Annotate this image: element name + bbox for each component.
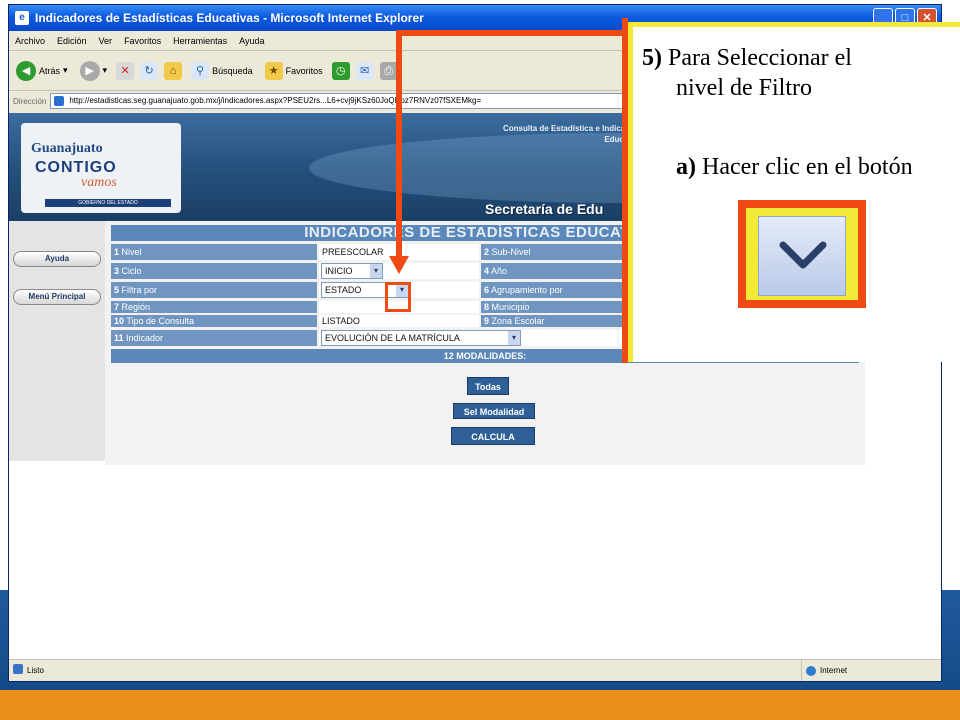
field-label-text: Ciclo	[121, 266, 142, 276]
callout-title: 5) Para Seleccionar el	[642, 42, 852, 74]
ayuda-button[interactable]: Ayuda	[13, 251, 101, 267]
field-label-text: Sub-Nivel	[491, 247, 531, 257]
menu-ver[interactable]: Ver	[99, 36, 113, 46]
tipo-value: LISTADO	[319, 315, 479, 327]
annotation-highlight-box	[385, 282, 411, 312]
refresh-icon[interactable]: ↻	[140, 61, 159, 80]
callout-step-number: 5)	[642, 45, 662, 71]
calcula-button[interactable]: CALCULA	[451, 427, 535, 445]
page-status-icon	[13, 664, 23, 674]
field-label-text: Región	[121, 302, 151, 312]
field-number: 1	[114, 247, 120, 257]
field-number: 11	[114, 333, 124, 343]
menu-favoritos[interactable]: Favoritos	[124, 36, 161, 46]
todas-button[interactable]: Todas	[467, 377, 509, 395]
address-label: Dirección	[13, 96, 47, 106]
menu-archivo[interactable]: Archivo	[15, 36, 45, 46]
field-number: 10	[114, 316, 125, 326]
menu-edicion[interactable]: Edición	[57, 36, 87, 46]
ciclo-select[interactable]: INICIO ▾	[321, 263, 383, 279]
address-url: http://estadisticas.seg.guanajuato.gob.m…	[69, 96, 482, 105]
field-label-text: Nivel	[121, 247, 142, 257]
back-button[interactable]: ◀ Atrás ▾	[13, 58, 71, 84]
left-sidebar: Ayuda Menú Principal	[9, 221, 105, 461]
indicador-selected: EVOLUCIÓN DE LA MATRÍCULA	[325, 333, 460, 343]
field-label-text: Año	[491, 266, 508, 276]
annotation-arrow-line	[396, 30, 626, 36]
status-zone: Internet	[801, 660, 941, 681]
field-label-indicador: 11 Indicador	[111, 330, 317, 346]
callout-title-line2: nivel de Filtro	[676, 75, 812, 101]
slide-footer-band	[0, 690, 960, 720]
chevron-down-icon[interactable]: ▾	[370, 264, 382, 278]
field-number: 5	[114, 285, 120, 295]
chevron-down-icon: ▾	[102, 65, 108, 75]
field-label-text: Municipio	[491, 302, 530, 312]
banner-secretaria: Secretaría de Edu	[485, 201, 604, 217]
home-icon[interactable]: ⌂	[164, 61, 183, 80]
ie-page-icon: e	[15, 11, 29, 25]
history-icon[interactable]: ◷	[331, 61, 350, 80]
search-label: Búsqueda	[212, 65, 253, 76]
status-zone-text: Internet	[820, 666, 848, 675]
logo-text-3: vamos	[81, 175, 117, 190]
field-label-nivel: 1 Nivel	[111, 244, 317, 260]
sel-modalidad-button[interactable]: Sel Modalidad	[453, 403, 535, 419]
field-number: 4	[484, 266, 490, 276]
search-button[interactable]: ⚲ Búsqueda	[188, 58, 256, 84]
field-number: 9	[484, 316, 490, 326]
callout-sub-letter: a)	[676, 154, 696, 180]
globe-icon	[806, 666, 816, 676]
field-number: 3	[114, 266, 120, 276]
status-bar: Listo Internet	[9, 659, 941, 681]
menu-herramientas[interactable]: Herramientas	[173, 36, 227, 46]
field-label-tipo: 10 Tipo de Consulta	[111, 315, 317, 327]
chevron-down-icon: ▾	[63, 65, 68, 75]
stop-icon[interactable]: ✕	[116, 61, 135, 80]
logo-text-4: GOBIERNO DEL ESTADO	[45, 199, 171, 207]
annotation-arrow-line	[396, 30, 402, 265]
page-icon	[54, 96, 65, 106]
star-icon: ★	[264, 61, 283, 80]
site-logo: Guanajuato CONTIGO vamos GOBIERNO DEL ES…	[21, 123, 181, 213]
field-label-filtra: 5 Filtra por	[111, 282, 317, 298]
mail-icon[interactable]: ✉	[355, 61, 374, 80]
field-label-text: Indicador	[126, 333, 164, 343]
callout-sub-text: Hacer clic en el botón	[702, 154, 913, 180]
field-label-ciclo: 3 Ciclo	[111, 263, 317, 279]
chevron-down-icon[interactable]: ▾	[508, 331, 520, 345]
zoomed-dropdown-button	[738, 200, 866, 308]
forward-arrow-icon: ▶	[79, 60, 100, 81]
zoomed-button-face	[758, 216, 846, 296]
forward-button[interactable]: ▶ ▾	[77, 58, 111, 84]
annotation-arrowhead-icon	[389, 256, 409, 274]
field-number: 2	[484, 247, 490, 257]
search-icon: ⚲	[191, 61, 210, 80]
field-label-text: Zona Escolar	[491, 316, 545, 326]
print-icon[interactable]: ⎙	[379, 61, 398, 80]
field-number: 7	[114, 302, 120, 312]
field-number: 6	[484, 285, 490, 295]
menu-principal-button[interactable]: Menú Principal	[13, 289, 101, 305]
filtra-selected: ESTADO	[325, 285, 362, 295]
favorites-button[interactable]: ★ Favoritos	[262, 58, 326, 84]
menu-ayuda[interactable]: Ayuda	[239, 36, 264, 46]
back-label: Atrás	[39, 65, 61, 76]
field-label-text: Tipo de Consulta	[126, 316, 195, 326]
callout-title-text: Para Seleccionar el	[668, 45, 852, 71]
field-number: 8	[484, 302, 490, 312]
chevron-down-icon	[779, 241, 827, 269]
field-label-text: Filtra por	[121, 285, 158, 295]
indicador-select[interactable]: EVOLUCIÓN DE LA MATRÍCULA ▾	[321, 330, 521, 346]
field-label-text: Agrupamiento por	[491, 285, 563, 295]
status-left: Listo	[9, 664, 801, 675]
callout-instruction: a) Hacer clic en el botón	[676, 150, 936, 184]
field-label-region: 7 Región	[111, 301, 317, 313]
logo-text-1: Guanajuato	[31, 141, 103, 156]
back-arrow-icon: ◀	[16, 60, 36, 81]
ciclo-selected: INICIO	[325, 266, 353, 276]
favorites-label: Favoritos	[285, 65, 323, 76]
status-text: Listo	[27, 666, 44, 675]
